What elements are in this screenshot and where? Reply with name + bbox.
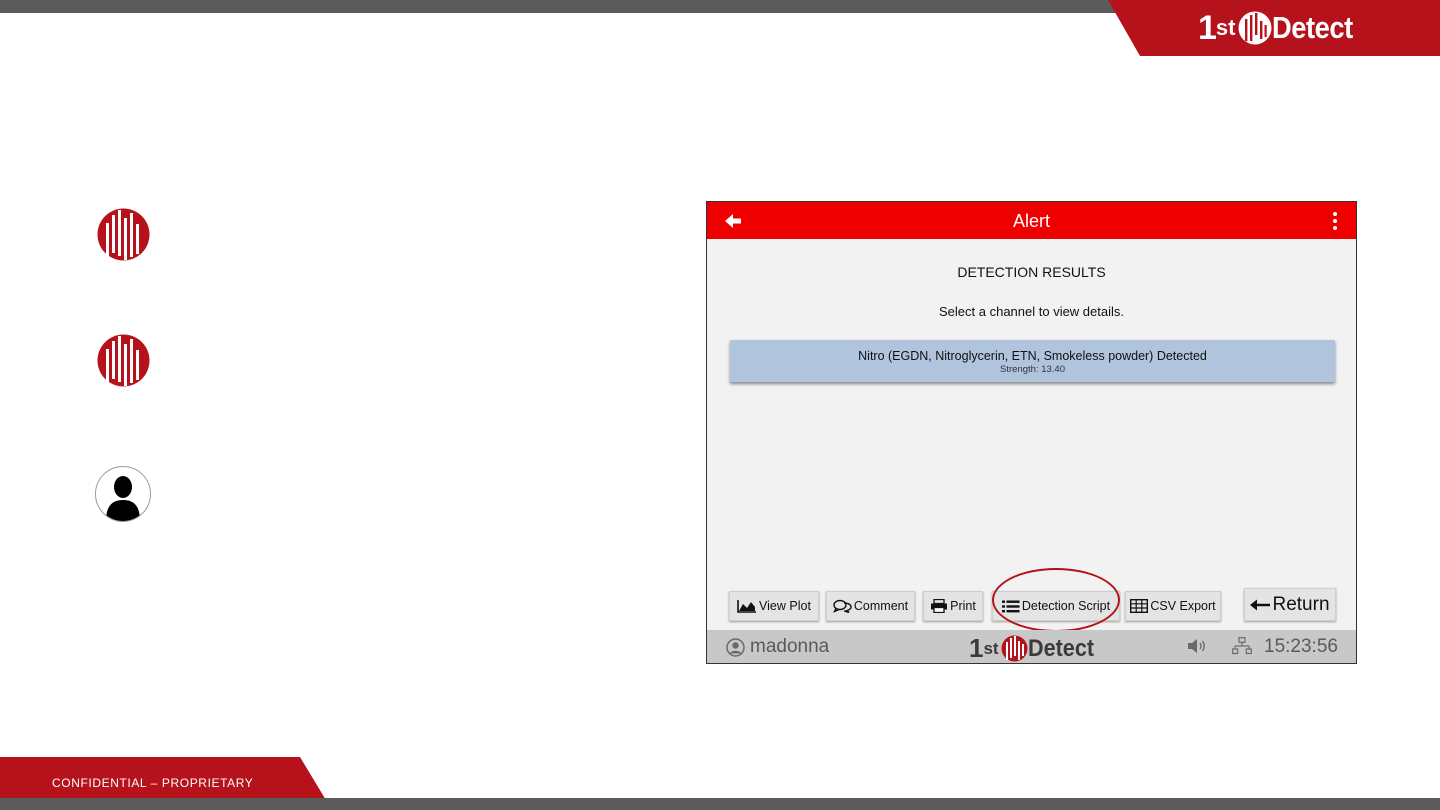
company-logo-icon <box>97 334 150 387</box>
highlight-annotation <box>992 568 1120 632</box>
status-user: madonna <box>726 636 829 658</box>
comment-button[interactable]: Comment <box>826 591 915 621</box>
result-strength: Strength: 13.40 <box>1000 364 1065 375</box>
results-instruction: Select a channel to view details. <box>939 304 1124 319</box>
user-silhouette-icon <box>106 476 140 521</box>
brand-logo: 1 st Detect <box>1198 8 1364 48</box>
confidential-notice: CONFIDENTIAL – PROPRIETARY <box>52 776 254 790</box>
comment-icon <box>832 599 852 613</box>
logo-mark-icon <box>1238 11 1272 45</box>
print-label: Print <box>950 599 976 613</box>
results-heading: DETECTION RESULTS <box>957 264 1106 280</box>
brand-logo-one: 1 <box>1198 8 1217 47</box>
return-label: Return <box>1272 593 1330 615</box>
app-header: Alert <box>707 202 1356 239</box>
detection-result-row[interactable]: Nitro (EGDN, Nitroglycerin, ETN, Smokele… <box>730 340 1335 382</box>
print-button[interactable]: Print <box>923 591 983 621</box>
overflow-menu-icon[interactable] <box>1332 212 1338 230</box>
app-title: Alert <box>1012 211 1050 231</box>
clock: 15:23:56 <box>1264 636 1338 657</box>
csv-export-button[interactable]: CSV Export <box>1125 591 1221 621</box>
comment-label: Comment <box>853 599 909 613</box>
bottom-bar <box>0 798 1440 810</box>
logo-mark-icon <box>1001 635 1028 662</box>
status-bar: madonna 1 st Detect 15:23:56 <box>707 630 1356 663</box>
username: madonna <box>750 636 830 657</box>
printer-icon <box>931 599 948 613</box>
table-icon <box>1130 599 1149 613</box>
status-logo-word: Detect <box>1027 634 1094 662</box>
area-chart-icon <box>737 600 757 613</box>
network-icon[interactable] <box>1232 637 1252 655</box>
status-logo-one: 1 <box>969 633 984 663</box>
status-logo-st: st <box>983 638 999 658</box>
user-circle-icon <box>726 637 745 657</box>
left-arrow-icon <box>1250 599 1271 610</box>
company-logo-icon <box>97 208 150 261</box>
brand-logo-word: Detect <box>1272 10 1354 45</box>
speaker-icon[interactable] <box>1187 638 1207 654</box>
view-plot-label: View Plot <box>759 599 811 613</box>
brand-logo-st: st <box>1215 15 1236 40</box>
status-logo: 1 st Detect <box>969 633 1101 663</box>
view-plot-button[interactable]: View Plot <box>729 591 819 621</box>
csv-export-label: CSV Export <box>1150 599 1216 613</box>
return-button[interactable]: Return <box>1244 588 1336 621</box>
user-avatar <box>95 466 151 522</box>
device-screen: Alert DETECTION RESULTS Select a channel… <box>706 201 1357 664</box>
result-channel-label: Nitro (EGDN, Nitroglycerin, ETN, Smokele… <box>858 349 1207 363</box>
